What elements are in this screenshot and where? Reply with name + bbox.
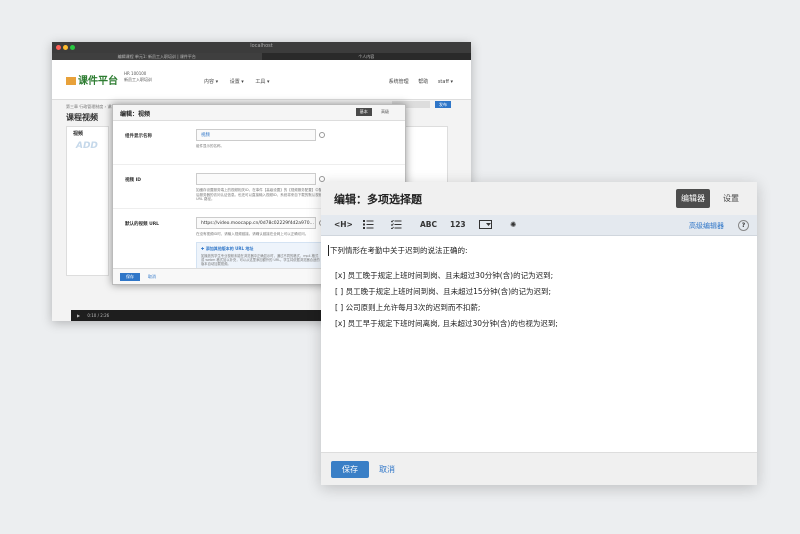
editor-title: 编辑：多项选择题 bbox=[334, 193, 422, 206]
tab-basic[interactable]: 基本 bbox=[355, 108, 372, 116]
logo-book-icon bbox=[66, 77, 76, 85]
save-button[interactable]: 保存 bbox=[331, 461, 369, 478]
hint-icon[interactable]: ✺ bbox=[510, 220, 516, 229]
video-watermark: ADD bbox=[76, 141, 98, 151]
tab-settings[interactable]: 设置 bbox=[719, 189, 743, 208]
field-display-name: 组件显示名称 视频 组件显示的名称。 bbox=[113, 121, 405, 165]
clear-icon[interactable] bbox=[319, 132, 325, 138]
question-text: 下列情形在考勤中关于迟到的说法正确的: bbox=[328, 245, 750, 256]
add-url-help: 如播放的学生专业视频未能在浏览器中正确显示时，通过不同的格式，mp4 格式或 w… bbox=[201, 254, 320, 267]
video-modal-title: 编辑：视频 bbox=[120, 111, 151, 118]
help-icon[interactable]: ? bbox=[738, 220, 749, 231]
field-label: 默认的视频 URL bbox=[125, 222, 160, 227]
editor-toolbar: <H> ABC 123 ✺ 高级编辑器 ? bbox=[321, 215, 757, 236]
option-line: [x] 员工晚于规定上班时间到岗、且未超过30分钟(含)的记为迟到; bbox=[335, 271, 554, 280]
cancel-button[interactable]: 取消 bbox=[148, 274, 156, 280]
tab-editor[interactable]: 编辑器 bbox=[676, 189, 710, 208]
video-id-input[interactable] bbox=[196, 173, 316, 185]
advanced-editor-link[interactable]: 高级编辑器 bbox=[689, 221, 724, 231]
multiple-choice-editor: 编辑：多项选择题 编辑器 设置 <H> ABC 123 ✺ 高级编辑器 ? 下列… bbox=[321, 182, 757, 485]
save-button[interactable]: 保存 bbox=[120, 273, 140, 281]
video-modal-header: 编辑：视频 基本 高级 bbox=[113, 105, 405, 121]
address-bar[interactable]: localhost bbox=[52, 43, 471, 49]
player-time: 0:10 / 2:26 bbox=[87, 313, 110, 318]
window-titlebar: localhost bbox=[52, 42, 471, 53]
dropdown-icon[interactable] bbox=[479, 220, 492, 231]
publish-button[interactable]: 发布 bbox=[435, 101, 451, 108]
option-line: [ ] 员工晚于规定上班时间到岗、且未超过15分钟(含)的记为迟到; bbox=[335, 287, 552, 296]
nav-user[interactable]: staff ▾ bbox=[438, 79, 453, 85]
option-line: [x] 员工早于规定下班时间离岗, 且未超过30分钟(含)的也视为迟到; bbox=[335, 319, 558, 328]
field-help: 如缓存设置服务端上的视频相关ID，在事件【高级设置】的【视频服务配置】中配置后服… bbox=[196, 188, 326, 201]
field-help: 组件显示的名称。 bbox=[196, 144, 224, 148]
editor-header: 编辑：多项选择题 编辑器 设置 bbox=[321, 182, 757, 215]
tab-advanced[interactable]: 高级 bbox=[377, 108, 393, 116]
user-nav: 系统管理 帮助 staff ▾ bbox=[381, 78, 453, 85]
field-help: 在没有视频ID时，请输入视频链接。请确认链接在全网上可以正确访问。 bbox=[196, 232, 309, 236]
checklist-icon[interactable] bbox=[390, 219, 402, 231]
course-name: 新员工入职培训 bbox=[124, 77, 152, 82]
cancel-button[interactable]: 取消 bbox=[379, 464, 395, 475]
add-url-link[interactable]: ✚ 添加其他版本的 URL 地址 bbox=[197, 243, 325, 254]
ordered-list-icon[interactable] bbox=[363, 220, 374, 231]
option-line: [ ] 公司原则上允许每月3次的迟到而不扣薪; bbox=[335, 303, 481, 312]
page-title: 课程视频 bbox=[66, 113, 98, 122]
nav-admin[interactable]: 系统管理 bbox=[389, 79, 409, 85]
text-input-icon[interactable]: ABC bbox=[420, 220, 437, 229]
course-info: HR 100100 新员工入职培训 bbox=[124, 71, 152, 83]
browser-tabs: 编辑课程 单元1: 新员工入职培训 | 课件平台 个人内容 bbox=[52, 53, 471, 60]
play-icon[interactable]: ▶ bbox=[77, 313, 80, 318]
display-name-input[interactable]: 视频 bbox=[196, 129, 316, 141]
nav-content[interactable]: 内容 ▾ bbox=[204, 79, 218, 85]
field-label: 视频 ID bbox=[125, 178, 141, 183]
main-nav: 内容 ▾ 设置 ▾ 工具 ▾ bbox=[204, 78, 280, 85]
side-panel-date: 2019年06月06日 18:20 bbox=[399, 127, 447, 187]
field-label: 组件显示名称 bbox=[125, 134, 152, 139]
numeric-input-icon[interactable]: 123 bbox=[450, 220, 466, 229]
app-header: 课件平台 HR 100100 新员工入职培训 内容 ▾ 设置 ▾ 工具 ▾ 系统… bbox=[52, 60, 471, 100]
browser-tab-personal[interactable]: 个人内容 bbox=[262, 53, 472, 60]
video-card-label: 视频 bbox=[73, 131, 84, 137]
editor-textarea[interactable]: 下列情形在考勤中关于迟到的说法正确的: [x] 员工晚于规定上班时间到岗、且未超… bbox=[321, 236, 757, 452]
browser-tab-course[interactable]: 编辑课程 单元1: 新员工入职培训 | 课件平台 bbox=[52, 53, 262, 60]
app-logo[interactable]: 课件平台 bbox=[66, 72, 118, 87]
nav-tools[interactable]: 工具 ▾ bbox=[255, 79, 269, 85]
nav-help[interactable]: 帮助 bbox=[418, 79, 428, 85]
heading-icon[interactable]: <H> bbox=[334, 220, 353, 229]
editor-footer: 保存 取消 bbox=[321, 452, 757, 485]
video-url-input[interactable]: https://video.moocapp.cn/0d78c02229f4d2a… bbox=[196, 217, 316, 229]
nav-settings[interactable]: 设置 ▾ bbox=[230, 79, 244, 85]
